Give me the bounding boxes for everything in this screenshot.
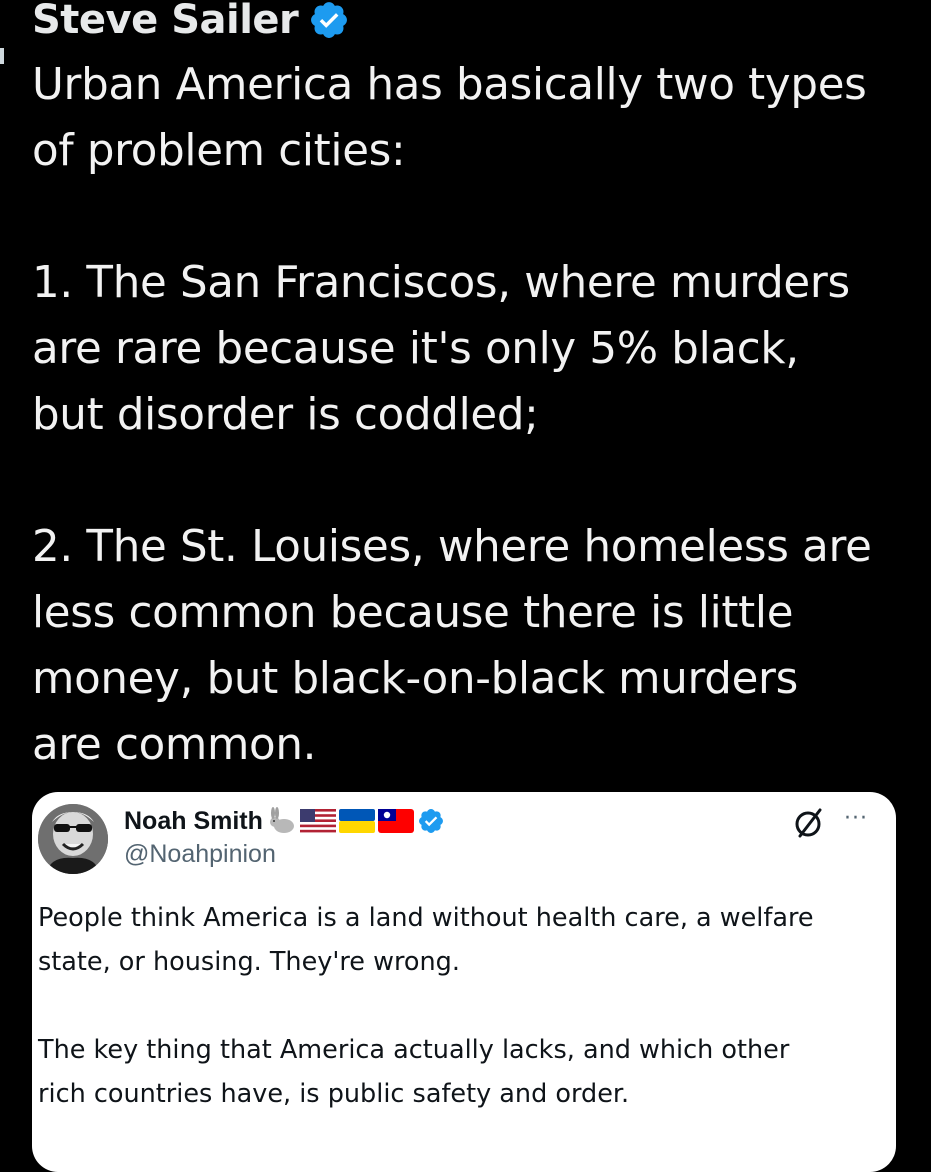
ukraine-flag-icon bbox=[338, 809, 375, 833]
tweet-text-line: but disorder is coddled; bbox=[32, 390, 539, 440]
quoted-author-emojis bbox=[267, 806, 445, 836]
taiwan-flag-icon bbox=[377, 809, 414, 833]
tweet-text-line: Urban America has basically two types bbox=[32, 60, 867, 110]
tweet-text-line: are rare because it's only 5% black, bbox=[32, 324, 799, 374]
grok-icon[interactable] bbox=[792, 806, 826, 840]
verified-badge-icon bbox=[308, 0, 350, 41]
quoted-author-row: Noah Smith bbox=[124, 804, 445, 838]
quoted-text-line: The key thing that America actually lack… bbox=[38, 1035, 790, 1065]
tweet-text-line: money, but black-on-black murders bbox=[32, 654, 799, 704]
quoted-text-line: rich countries have, is public safety an… bbox=[38, 1079, 630, 1109]
more-options-icon[interactable]: ··· bbox=[844, 806, 868, 831]
quoted-tweet-text: People think America is a land without h… bbox=[38, 896, 878, 1116]
left-edge-mark bbox=[0, 48, 4, 64]
tweet-text: Urban America has basically two types of… bbox=[32, 52, 912, 778]
quoted-tweet-card[interactable]: Noah Smith @Noahpinion ··· People think … bbox=[32, 792, 896, 1172]
quoted-text-line: state, or housing. They're wrong. bbox=[38, 947, 460, 977]
tweet-text-line: 1. The San Franciscos, where murders bbox=[32, 258, 850, 308]
tweet-text-line: of problem cities: bbox=[32, 126, 406, 176]
tweet-header: Steve Sailer bbox=[32, 0, 350, 48]
quoted-author-name[interactable]: Noah Smith bbox=[124, 807, 263, 836]
tweet-text-line: are common. bbox=[32, 720, 317, 770]
author-name[interactable]: Steve Sailer bbox=[32, 0, 299, 43]
tweet-text-line: less common because there is little bbox=[32, 588, 794, 638]
us-flag-icon bbox=[299, 809, 336, 833]
tweet-paragraph-gap bbox=[32, 448, 912, 514]
quoted-text-line: People think America is a land without h… bbox=[38, 903, 814, 933]
quoted-paragraph-gap bbox=[38, 984, 878, 1028]
quoted-author-handle[interactable]: @Noahpinion bbox=[124, 840, 276, 869]
avatar[interactable] bbox=[38, 804, 108, 874]
tweet-text-line: 2. The St. Louises, where homeless are bbox=[32, 522, 872, 572]
verified-badge-icon bbox=[418, 809, 443, 833]
rabbit-icon bbox=[269, 807, 294, 833]
tweet-paragraph-gap bbox=[32, 184, 912, 250]
